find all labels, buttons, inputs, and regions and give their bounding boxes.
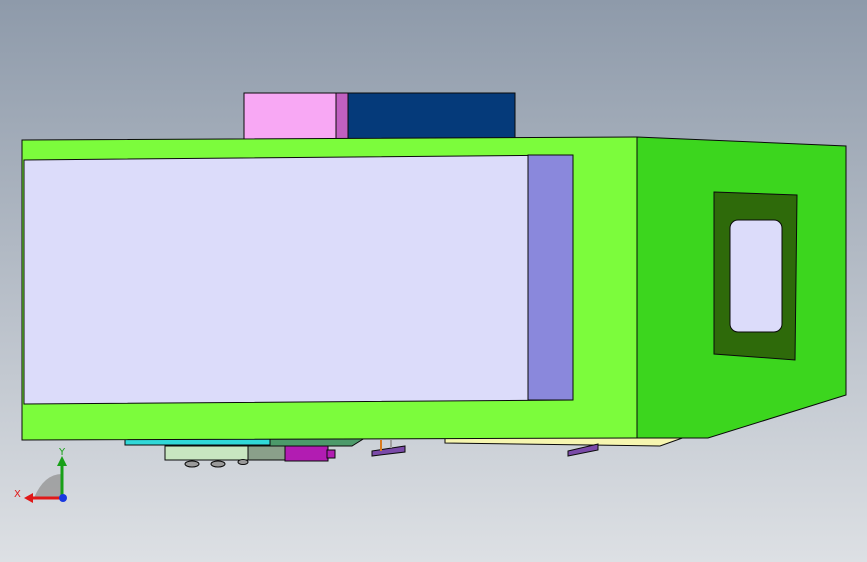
triad-z-axis xyxy=(59,494,67,502)
bottom-magenta-part[interactable] xyxy=(284,445,329,462)
triad-x-label: X xyxy=(14,489,21,500)
triad-y-label: Y xyxy=(58,447,66,458)
graphics-viewport[interactable]: Y X xyxy=(0,0,867,562)
bottom-small-tab[interactable] xyxy=(326,449,336,459)
model-assembly[interactable] xyxy=(21,92,847,468)
inner-side-panel[interactable] xyxy=(527,154,574,401)
bottom-gray-plate[interactable] xyxy=(247,445,289,461)
frame-window-opening[interactable] xyxy=(23,154,574,405)
bottom-light-plate[interactable] xyxy=(164,445,251,461)
side-cutout-hole[interactable] xyxy=(729,219,783,333)
top-pink-block[interactable] xyxy=(243,92,337,142)
top-blue-block[interactable] xyxy=(339,92,516,142)
